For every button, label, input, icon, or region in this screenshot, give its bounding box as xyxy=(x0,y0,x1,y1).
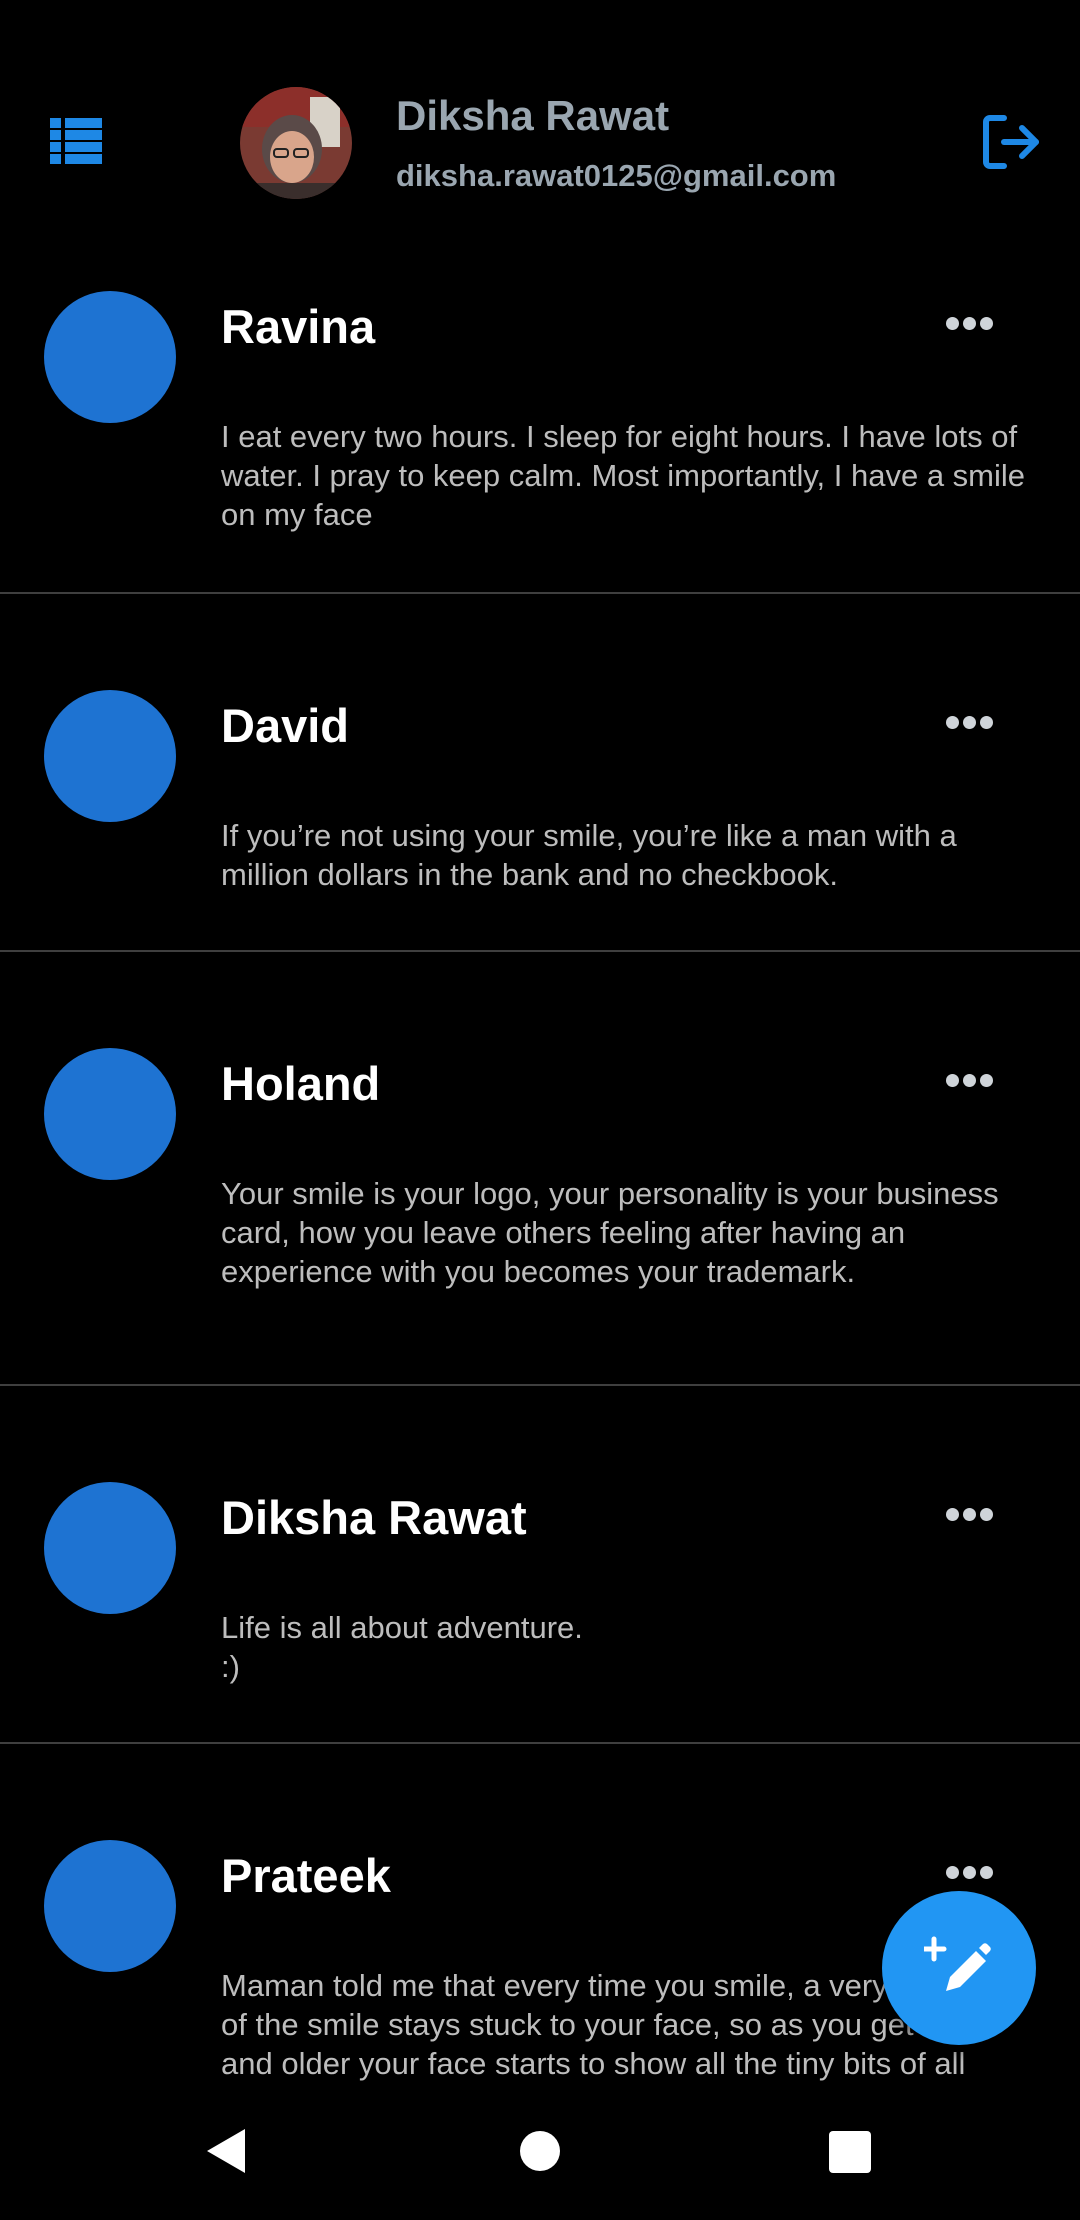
more-options-icon[interactable] xyxy=(946,317,994,331)
post-text: If you’re not using your smile, you’re l… xyxy=(221,818,966,892)
compose-post-button[interactable] xyxy=(882,1891,1036,2045)
app-header: Diksha Rawat diksha.rawat0125@gmail.com xyxy=(0,0,1080,245)
more-options-icon[interactable] xyxy=(946,1074,994,1088)
post-author: Diksha Rawat xyxy=(221,1491,527,1544)
recents-icon[interactable] xyxy=(829,2131,871,2173)
posts-feed[interactable]: Ravina I eat every two hours. I sleep fo… xyxy=(0,245,1080,2087)
post-card[interactable]: Diksha Rawat Life is all about adventure… xyxy=(0,1386,1080,1744)
more-options-icon[interactable] xyxy=(946,716,994,730)
list-icon[interactable] xyxy=(50,118,102,164)
post-text: Your smile is your logo, your personalit… xyxy=(221,1176,1008,1289)
post-card[interactable]: Holand Your smile is your logo, your per… xyxy=(0,952,1080,1386)
post-card[interactable]: Ravina I eat every two hours. I sleep fo… xyxy=(0,245,1080,594)
post-author: Ravina xyxy=(221,300,376,353)
post-card[interactable]: David If you’re not using your smile, yo… xyxy=(0,594,1080,952)
post-avatar[interactable] xyxy=(44,291,176,423)
user-name: Diksha Rawat xyxy=(396,92,670,139)
back-icon[interactable] xyxy=(205,2127,247,2175)
system-nav-bar xyxy=(0,2087,1080,2220)
post-avatar[interactable] xyxy=(44,1482,176,1614)
user-avatar[interactable] xyxy=(240,87,352,199)
more-options-icon[interactable] xyxy=(946,1866,994,1880)
post-avatar[interactable] xyxy=(44,1048,176,1180)
post-text: I eat every two hours. I sleep for eight… xyxy=(221,419,1034,532)
post-avatar[interactable] xyxy=(44,1840,176,1972)
post-avatar[interactable] xyxy=(44,690,176,822)
post-author: Holand xyxy=(221,1057,381,1110)
more-options-icon[interactable] xyxy=(946,1508,994,1522)
logout-icon[interactable] xyxy=(982,112,1042,172)
post-author: Prateek xyxy=(221,1849,391,1902)
post-author: David xyxy=(221,699,349,752)
edit-icon xyxy=(924,1936,991,1991)
home-icon[interactable] xyxy=(520,2131,560,2171)
post-text: Life is all about adventure. :) xyxy=(221,1610,971,1684)
user-email: diksha.rawat0125@gmail.com xyxy=(396,158,837,193)
